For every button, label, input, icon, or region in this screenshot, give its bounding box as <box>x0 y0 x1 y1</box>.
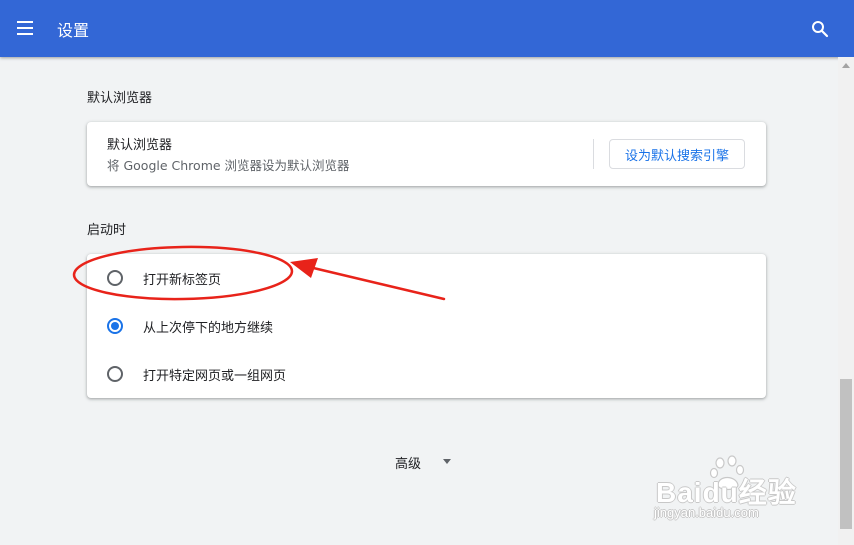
radio-option-label: 打开新标签页 <box>143 273 222 288</box>
vertical-scrollbar[interactable] <box>838 57 854 545</box>
radio-option-label: 从上次停下的地方继续 <box>143 321 274 336</box>
on-startup-card: 打开新标签页 从上次停下的地方继续 打开特定网页或一组网页 <box>87 254 766 398</box>
radio-option-label: 打开特定网页或一组网页 <box>143 369 287 384</box>
make-default-button[interactable]: 设为默认搜索引擎 <box>609 139 745 169</box>
radio-option-continue[interactable]: 从上次停下的地方继续 <box>87 302 766 350</box>
radio-button-unchecked[interactable] <box>107 270 123 286</box>
default-browser-section-title: 默认浏览器 <box>87 91 153 106</box>
default-browser-card: 默认浏览器 将 Google Chrome 浏览器设为默认浏览器 设为默认搜索引… <box>87 122 766 186</box>
arrow-drop-down-icon <box>443 459 451 464</box>
default-browser-row-title: 默认浏览器 <box>107 138 173 153</box>
radio-option-new-tab[interactable]: 打开新标签页 <box>87 254 766 302</box>
watermark-logo-text: Baidu经验 <box>656 477 797 508</box>
paw-logo-icon <box>709 455 745 491</box>
divider <box>593 139 594 169</box>
menu-icon[interactable] <box>17 19 39 39</box>
advanced-toggle-button[interactable]: 高级 <box>390 446 462 476</box>
watermark-url: jingyan.baidu.com <box>654 505 759 520</box>
scroll-up-arrow-icon[interactable] <box>842 63 850 68</box>
scrollbar-thumb[interactable] <box>840 379 852 529</box>
radio-button-checked[interactable] <box>107 318 123 334</box>
default-browser-row-description: 将 Google Chrome 浏览器设为默认浏览器 <box>107 158 350 173</box>
search-icon[interactable] <box>808 17 832 41</box>
radio-checked-dot <box>111 322 119 330</box>
page-title: 设置 <box>57 21 90 40</box>
advanced-label: 高级 <box>395 457 422 472</box>
radio-option-specific-pages[interactable]: 打开特定网页或一组网页 <box>87 350 766 398</box>
on-startup-section-title: 启动时 <box>87 223 127 238</box>
radio-button-unchecked[interactable] <box>107 366 123 382</box>
baidu-watermark: Baidu经验 jingyan.baidu.com <box>648 453 808 533</box>
top-app-bar: 设置 <box>0 0 854 57</box>
